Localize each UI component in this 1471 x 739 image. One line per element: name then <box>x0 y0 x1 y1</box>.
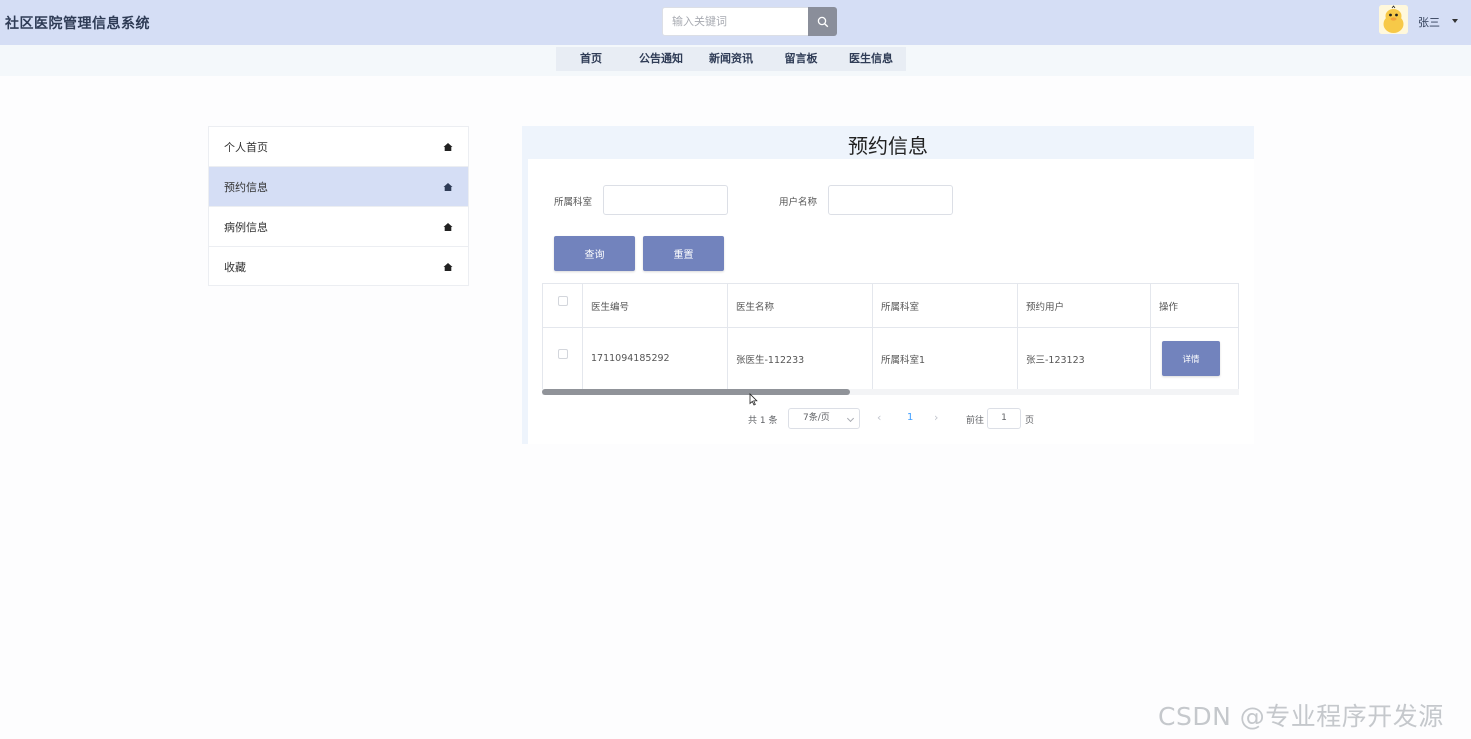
home-icon <box>443 263 453 271</box>
sidebar-item-label: 病例信息 <box>224 220 268 234</box>
cell-user: 张三-123123 <box>1018 328 1151 389</box>
cell-doctor-id: 1711094185292 <box>583 328 728 389</box>
watermark: CSDN @专业程序开发源 <box>1158 702 1444 731</box>
table-header-row: 医生编号 医生名称 所属科室 预约用户 操作 <box>543 284 1238 328</box>
column-header[interactable]: 医生编号 <box>583 284 728 327</box>
next-page-icon[interactable]: › <box>934 411 938 424</box>
prev-page-icon[interactable]: ‹ <box>877 411 881 424</box>
cell-department: 所属科室1 <box>873 328 1018 389</box>
appointments-table: 医生编号 医生名称 所属科室 预约用户 操作 1711094185292 张医生… <box>542 283 1239 390</box>
home-icon <box>443 183 453 191</box>
nav-menu: 首页 公告通知 新闻资讯 留言板 医生信息 <box>556 47 906 71</box>
duck-avatar-icon <box>1379 5 1408 34</box>
nav-bar: 首页 公告通知 新闻资讯 留言板 医生信息 <box>0 45 1471 76</box>
pagination-total: 共 1 条 <box>748 416 778 426</box>
cell-doctor-name: 张医生-112233 <box>728 328 873 389</box>
home-icon <box>443 143 453 151</box>
goto-label: 前往 <box>966 416 985 426</box>
column-header: 操作 <box>1159 301 1179 313</box>
sidebar-item-label: 个人首页 <box>224 140 268 154</box>
nav-item-messages[interactable]: 留言板 <box>766 47 836 71</box>
home-icon <box>443 223 453 231</box>
mouse-cursor-icon <box>749 393 758 406</box>
nav-item-doctors[interactable]: 医生信息 <box>836 47 906 71</box>
department-filter-input[interactable] <box>603 185 728 215</box>
username[interactable]: 张三 <box>1418 14 1440 30</box>
row-checkbox[interactable] <box>557 349 568 359</box>
department-filter-label: 所属科室 <box>554 197 593 208</box>
table-horizontal-scrollbar[interactable] <box>542 389 1239 395</box>
search-button[interactable] <box>808 7 837 36</box>
username-filter-input[interactable] <box>828 185 953 215</box>
sidebar-item-profile[interactable]: 个人首页 <box>209 127 468 167</box>
column-header[interactable]: 医生名称 <box>728 284 873 327</box>
table-row: 1711094185292 张医生-112233 所属科室1 张三-123123… <box>543 328 1238 389</box>
column-header[interactable]: 预约用户 <box>1018 284 1151 327</box>
search-bar <box>662 7 837 36</box>
column-header[interactable]: 所属科室 <box>873 284 1018 327</box>
search-icon <box>817 16 828 27</box>
nav-item-home[interactable]: 首页 <box>556 47 626 71</box>
sidebar-item-appointments[interactable]: 预约信息 <box>209 167 468 207</box>
app-title: 社区医院管理信息系统 <box>5 16 150 32</box>
select-all-checkbox[interactable] <box>557 296 568 306</box>
scrollbar-thumb[interactable] <box>542 389 850 395</box>
page-unit-label: 页 <box>1025 416 1035 426</box>
detail-button[interactable]: 详情 <box>1162 341 1220 376</box>
reset-button[interactable]: 重置 <box>643 236 724 271</box>
cell-actions: 详情 <box>1151 328 1238 389</box>
caret-down-icon[interactable] <box>1452 19 1458 23</box>
page-size-value: 7条/页 <box>803 413 830 423</box>
select-all-cell <box>543 284 583 327</box>
chevron-down-icon <box>846 414 855 423</box>
row-select-cell <box>543 328 583 389</box>
sidebar-item-cases[interactable]: 病例信息 <box>209 207 468 247</box>
avatar[interactable] <box>1379 5 1408 34</box>
nav-item-news[interactable]: 新闻资讯 <box>696 47 766 71</box>
search-input[interactable] <box>662 7 808 36</box>
username-filter-label: 用户名称 <box>779 197 818 208</box>
sidebar-item-label: 预约信息 <box>224 180 268 194</box>
goto-page-input[interactable]: 1 <box>987 408 1021 429</box>
page-number-current[interactable]: 1 <box>907 412 913 423</box>
top-header: 社区医院管理信息系统 张三 <box>0 0 1471 45</box>
sidebar-item-favorites[interactable]: 收藏 <box>209 247 468 287</box>
page-title: 预约信息 <box>848 134 928 158</box>
query-button[interactable]: 查询 <box>554 236 635 271</box>
nav-item-notices[interactable]: 公告通知 <box>626 47 696 71</box>
page-size-select[interactable]: 7条/页 <box>788 408 860 429</box>
sidebar-item-label: 收藏 <box>224 261 246 274</box>
side-menu: 个人首页 预约信息 病例信息 收藏 <box>208 126 469 286</box>
